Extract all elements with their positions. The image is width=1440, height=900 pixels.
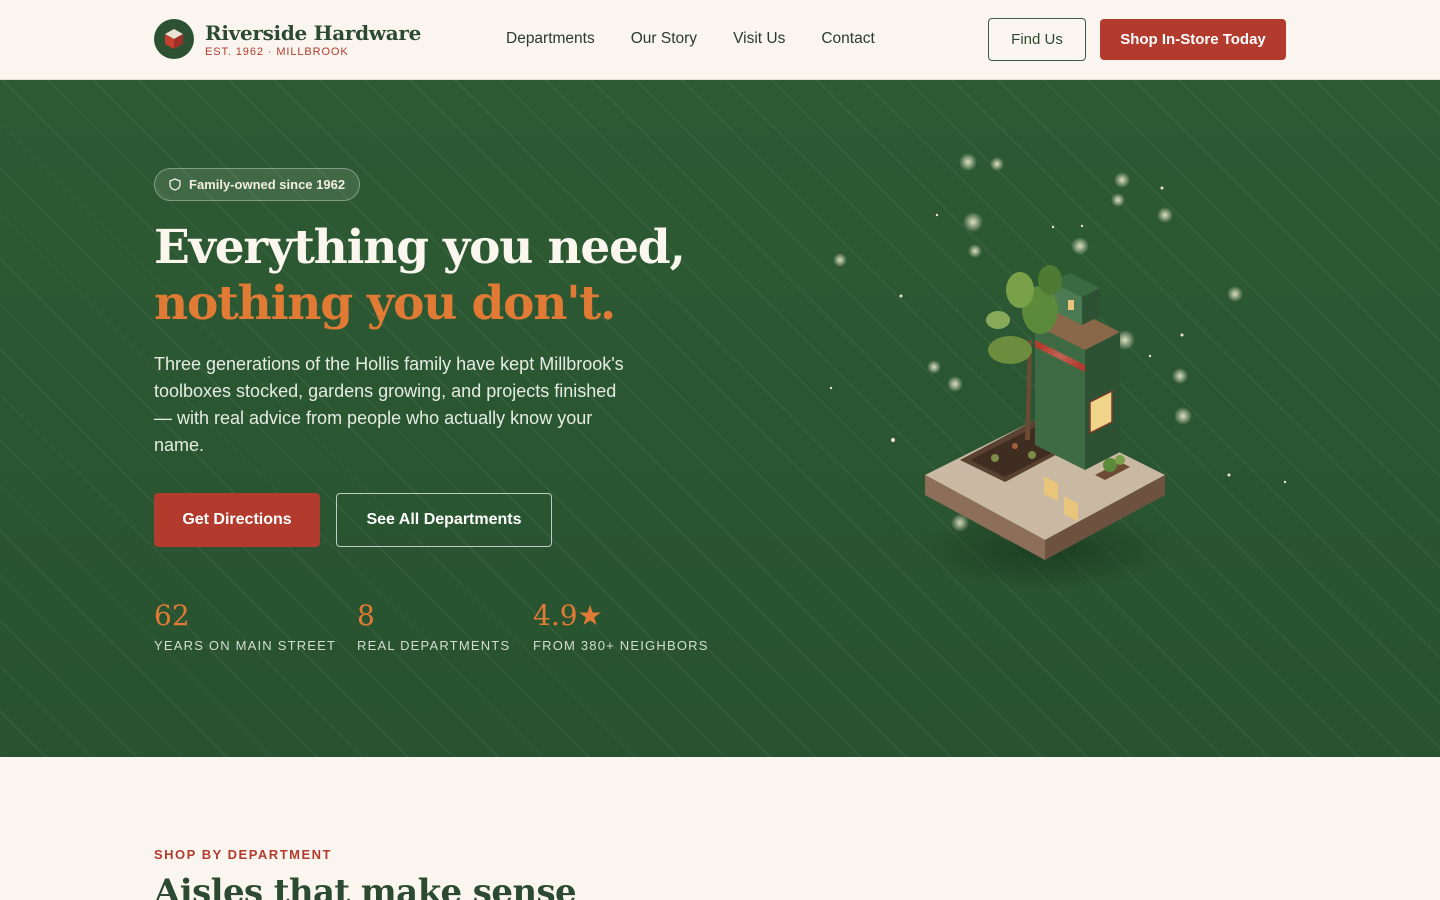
cube-icon: [154, 19, 194, 59]
shop-in-store-button[interactable]: Shop In-Store Today: [1100, 19, 1286, 60]
stat-label: REAL DEPARTMENTS: [357, 638, 511, 653]
stat-value: 4.9★: [533, 599, 603, 632]
shield-icon: [169, 178, 181, 191]
stat-years: 62 YEARS ON MAIN STREET: [154, 598, 336, 653]
headline-line-2: nothing you don't.: [154, 276, 616, 331]
nav-departments[interactable]: Departments: [506, 29, 595, 49]
headline-line-1: Everything you need,: [154, 220, 686, 275]
stat-rating: 4.9★ FROM 380+ NEIGHBORS: [533, 598, 709, 653]
departments-eyebrow: SHOP BY DEPARTMENT: [154, 847, 332, 862]
site-header: Riverside Hardware EST. 1962 · MILLBROOK…: [0, 0, 1440, 80]
brand-name: Riverside Hardware: [205, 20, 422, 45]
nav-our-story[interactable]: Our Story: [631, 29, 697, 49]
brand-tagline: EST. 1962 · MILLBROOK: [205, 45, 349, 58]
stat-value: 62: [154, 599, 190, 632]
get-directions-button[interactable]: Get Directions: [154, 493, 320, 547]
storefront-illustration: [829, 153, 1287, 592]
badge-text: Family-owned since 1962: [189, 177, 346, 192]
departments-title: Aisles that make sense: [154, 872, 577, 900]
stat-label: YEARS ON MAIN STREET: [154, 638, 337, 653]
nav-contact[interactable]: Contact: [821, 29, 874, 49]
stat-departments: 8 REAL DEPARTMENTS: [357, 598, 510, 653]
family-owned-badge: Family-owned since 1962: [154, 168, 361, 201]
hero-headline: Everything you need, nothing you don't.: [154, 220, 686, 332]
stat-label: FROM 380+ NEIGHBORS: [533, 638, 709, 653]
find-us-button[interactable]: Find Us: [988, 18, 1086, 61]
hero-section: Family-owned since 1962 Everything you n…: [0, 80, 1440, 757]
nav-visit-us[interactable]: Visit Us: [733, 29, 785, 49]
main-nav: Departments Our Story Visit Us Contact: [506, 29, 911, 49]
stat-value: 8: [357, 599, 375, 632]
brand[interactable]: Riverside Hardware EST. 1962 · MILLBROOK: [154, 19, 421, 59]
hero-lead: Three generations of the Hollis family h…: [154, 354, 624, 455]
see-all-departments-button[interactable]: See All Departments: [336, 493, 552, 547]
